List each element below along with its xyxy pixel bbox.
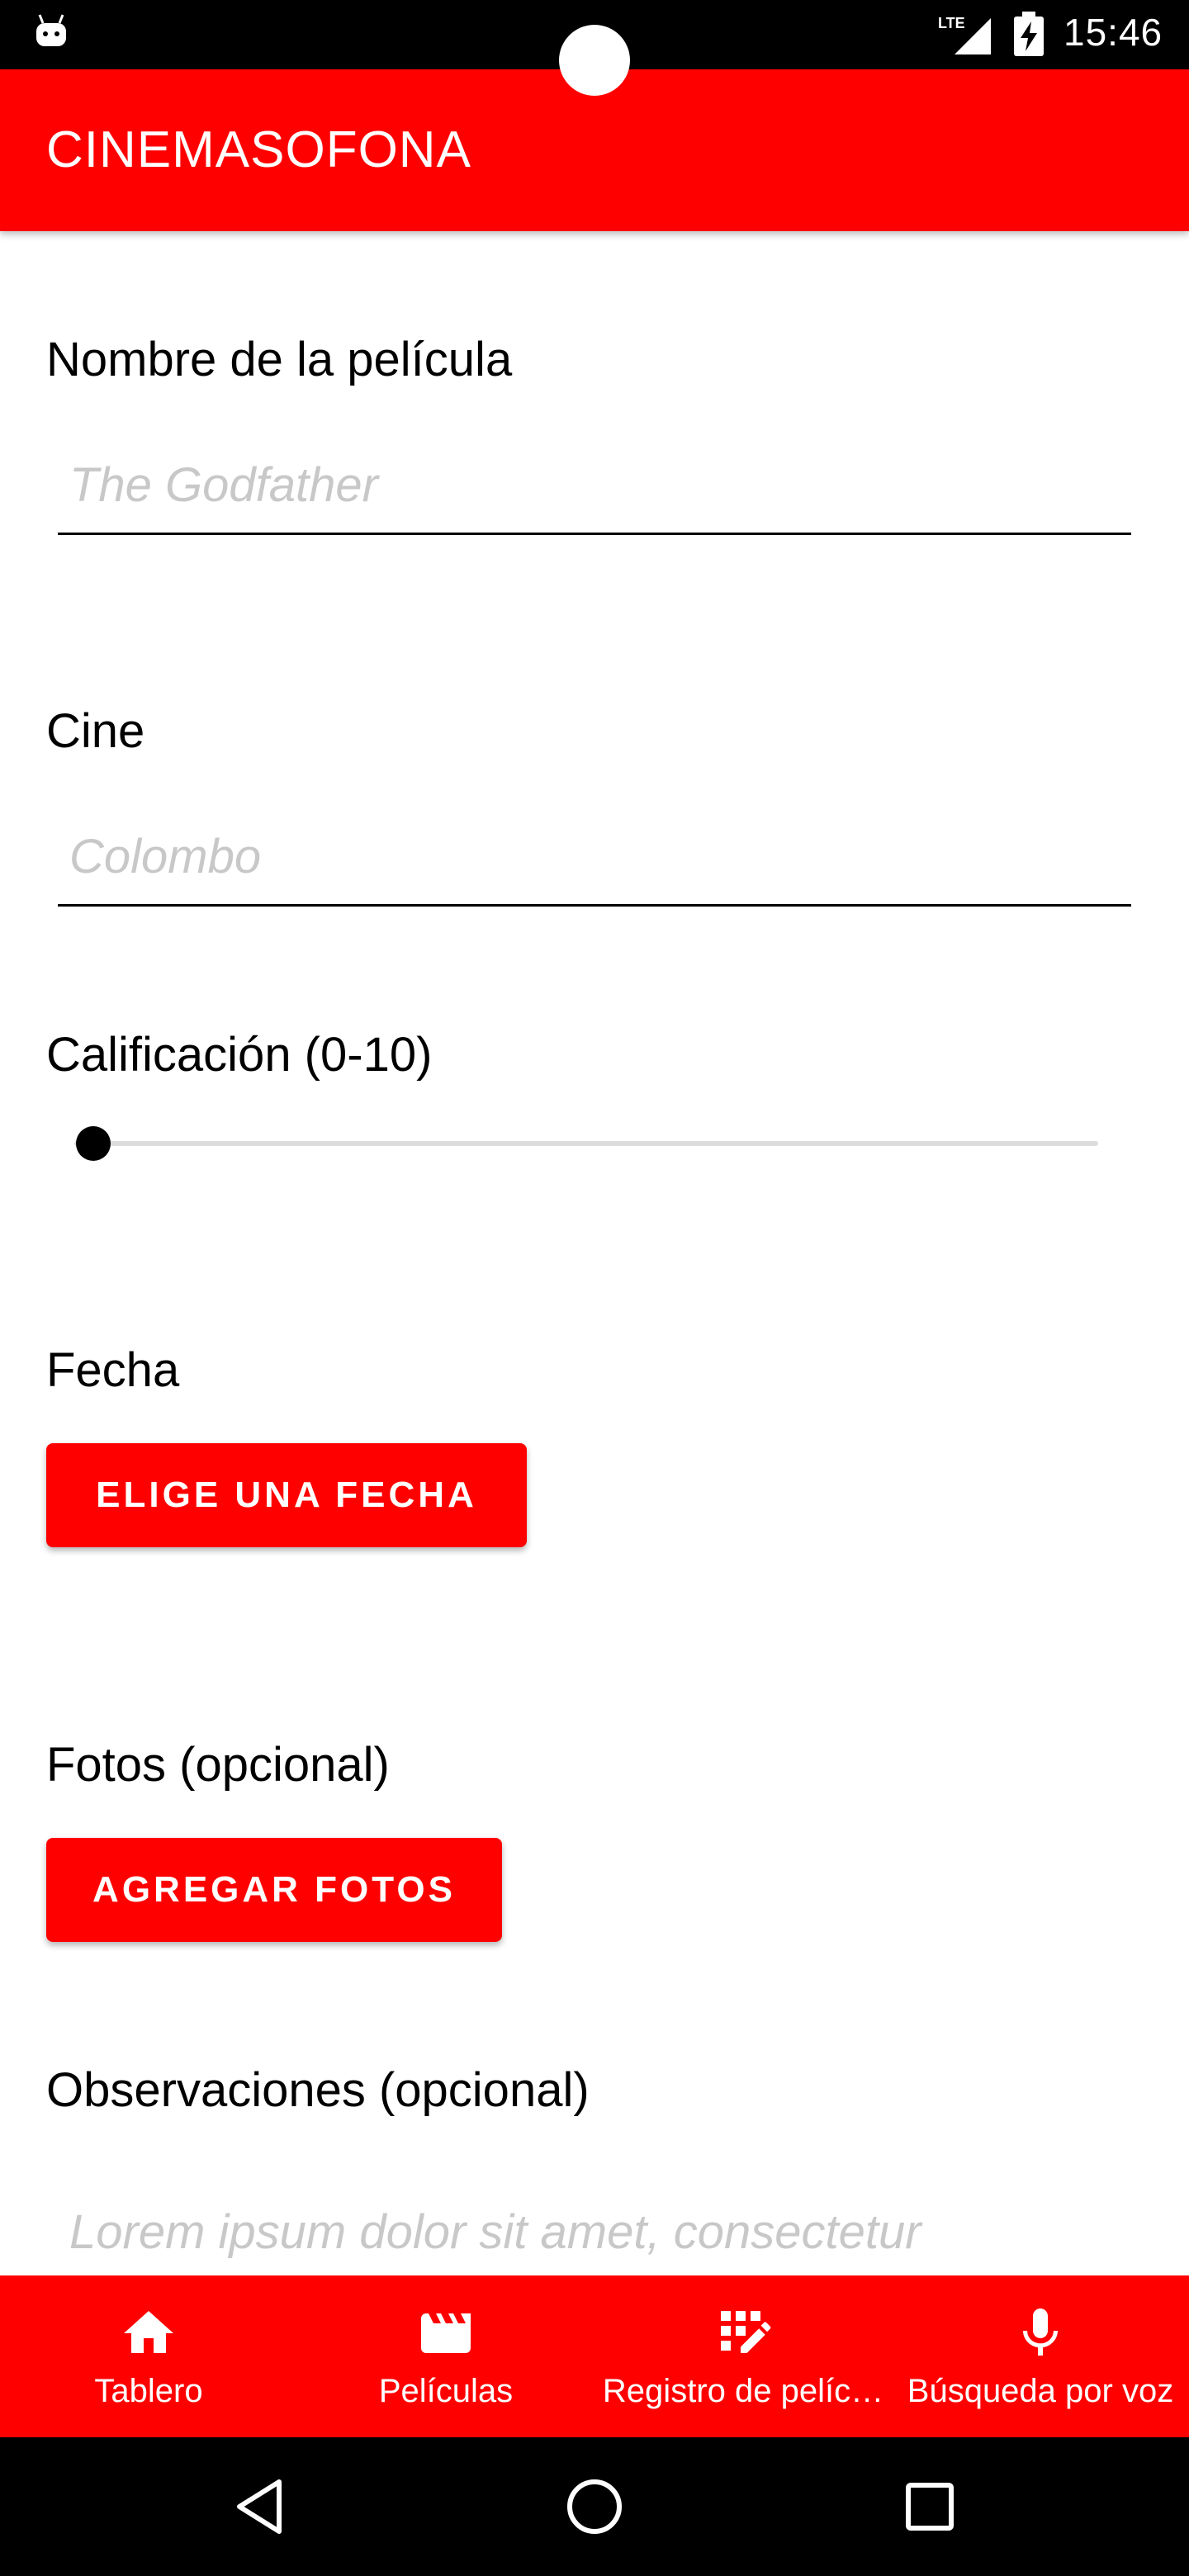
movie-name-label: Nombre de la película (46, 333, 513, 386)
battery-charging-icon (1014, 12, 1044, 56)
movie-clapper-icon (421, 2313, 471, 2353)
add-photos-button[interactable]: AGREGAR FOTOS (46, 1838, 502, 1942)
nav-item-movies[interactable]: Películas (297, 2275, 594, 2437)
notes-label: Observaciones (opcional) (46, 2063, 590, 2117)
home-circle-icon[interactable] (561, 2474, 628, 2540)
back-icon[interactable] (230, 2474, 296, 2540)
lte-signal-icon: LTE (938, 15, 991, 54)
register-edit-icon (721, 2311, 771, 2353)
bottom-navigation: Tablero Películas Registro de pelíc… Bús… (0, 2275, 1189, 2437)
photos-label: Fotos (opcional) (46, 1738, 390, 1792)
notes-input[interactable]: Lorem ipsum dolor sit amet, consectetur (69, 2204, 921, 2260)
nav-label-register: Registro de pelíc… (602, 2373, 884, 2409)
rating-label: Calificación (0-10) (46, 1028, 433, 1082)
microphone-icon (1023, 2308, 1058, 2356)
nav-label-dashboard: Tablero (94, 2373, 203, 2409)
app-title: CINEMASOFONA (46, 121, 471, 178)
recents-icon[interactable] (897, 2474, 963, 2540)
cinema-label: Cine (46, 704, 145, 758)
rating-slider-track[interactable] (74, 1141, 1098, 1146)
camera-cutout (559, 25, 630, 96)
nav-item-dashboard[interactable]: Tablero (0, 2275, 297, 2437)
lte-label: LTE (938, 15, 965, 31)
status-time: 15:46 (1063, 11, 1163, 54)
movie-name-placeholder: The Godfather (69, 458, 378, 512)
nav-label-movies: Películas (378, 2373, 514, 2409)
cinema-placeholder: Colombo (69, 830, 262, 883)
pick-date-button[interactable]: ELIGE UNA FECHA (46, 1443, 527, 1547)
nav-item-voice-search[interactable]: Búsqueda por voz (892, 2275, 1189, 2437)
status-bar: LTE 15:46 (0, 0, 1189, 96)
movie-name-input[interactable]: The Godfather (58, 436, 1131, 535)
nav-item-register[interactable]: Registro de pelíc… (594, 2275, 892, 2437)
system-navigation-bar (0, 2437, 1189, 2576)
cinema-input[interactable]: Colombo (58, 807, 1131, 907)
nav-label-voice-search: Búsqueda por voz (907, 2373, 1174, 2409)
date-label: Fecha (46, 1343, 180, 1397)
rating-slider[interactable] (74, 1123, 1106, 1164)
android-debug-icon (36, 14, 66, 46)
home-icon (124, 2311, 173, 2353)
rating-slider-thumb[interactable] (76, 1126, 111, 1161)
